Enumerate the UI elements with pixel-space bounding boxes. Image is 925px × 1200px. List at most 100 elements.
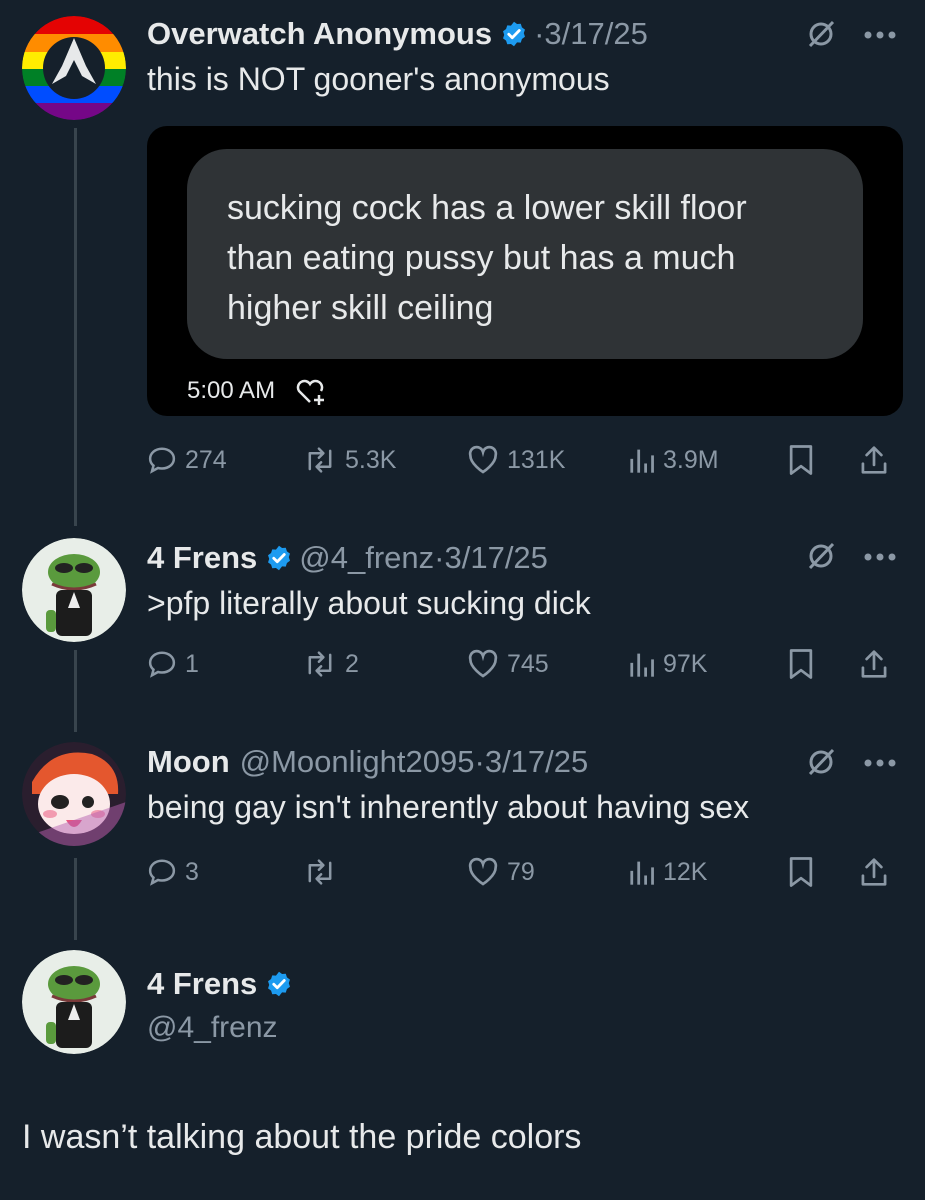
focused-tweet[interactable]: 4 Frens @4_frenz [0, 940, 925, 1200]
avatar[interactable] [22, 16, 126, 120]
more-options-icon[interactable] [862, 30, 898, 40]
pepe-avatar-image [22, 950, 126, 1054]
views-button[interactable]: 3.9M [627, 440, 719, 480]
view-count: 97K [663, 649, 708, 678]
overwatch-pride-logo [22, 16, 126, 120]
verified-badge-icon [265, 544, 293, 572]
display-name[interactable]: Overwatch Anonymous [147, 18, 492, 49]
retweet-icon [308, 859, 332, 885]
more-options-icon[interactable] [862, 552, 898, 562]
message-time: 5:00 AM [187, 377, 276, 404]
add-reaction-icon [296, 379, 325, 405]
tweet-date[interactable]: 3/17/25 [444, 542, 547, 573]
user-handle[interactable]: @4_frenz [147, 1010, 278, 1046]
heart-icon [468, 857, 498, 886]
verified-badge-icon [265, 970, 293, 998]
share-icon [861, 446, 887, 474]
tweet-date[interactable]: 3/17/25 [485, 746, 588, 777]
moon-avatar-image [22, 742, 126, 846]
retweet-button[interactable]: 5.3K [303, 440, 396, 480]
grok-icon[interactable] [805, 18, 837, 50]
views-icon [630, 861, 654, 885]
views-icon [630, 653, 654, 677]
views-button[interactable]: 12K [627, 852, 707, 892]
like-button[interactable]: 79 [467, 852, 535, 892]
like-count: 131K [507, 445, 566, 474]
bubble-text-line: sucking cock has a lower skill floor [227, 189, 747, 227]
message-bubble: sucking cock has a lower skill floor tha… [187, 149, 863, 359]
like-button[interactable]: 745 [467, 644, 549, 684]
tweet-header: Overwatch Anonymous · 3/17/25 [147, 18, 648, 49]
reply-count: 3 [185, 857, 199, 886]
retweet-button[interactable]: 2 [303, 644, 359, 684]
separator-dot: · [474, 744, 485, 779]
tweet[interactable]: 4 Frens @4_frenz · 3/17/25 >pfp literall… [0, 520, 925, 720]
avatar[interactable] [22, 742, 126, 846]
tweet-text: this is NOT gooner's anonymous [147, 61, 610, 97]
bookmark-icon [789, 649, 813, 679]
reply-icon [148, 859, 176, 886]
share-button[interactable] [859, 852, 897, 892]
tweet-actions: 3 79 12K [147, 852, 897, 892]
tweet[interactable]: Overwatch Anonymous · 3/17/25 this is NO… [0, 0, 925, 520]
embedded-image[interactable]: sucking cock has a lower skill floor tha… [147, 126, 903, 416]
bookmark-icon [789, 857, 813, 887]
tweet-text: being gay isn't inherently about having … [147, 789, 750, 825]
share-icon [861, 650, 887, 678]
verified-badge-icon [500, 20, 528, 48]
view-count: 12K [663, 857, 708, 886]
share-button[interactable] [859, 440, 897, 480]
views-icon [630, 449, 654, 473]
avatar[interactable] [22, 950, 126, 1054]
avatar[interactable] [22, 538, 126, 642]
views-button[interactable]: 97K [627, 644, 707, 684]
reply-button[interactable]: 1 [147, 644, 199, 684]
bookmark-button[interactable] [787, 644, 823, 684]
tweet-header: 4 Frens [147, 968, 299, 999]
like-button[interactable]: 131K [467, 440, 565, 480]
tweet-actions: 1 2 745 97K [147, 644, 897, 684]
grok-icon[interactable] [805, 746, 837, 778]
share-button[interactable] [859, 644, 897, 684]
share-icon [861, 858, 887, 886]
reply-button[interactable]: 3 [147, 852, 199, 892]
tweet-header: Moon @Moonlight2095 · 3/17/25 [147, 746, 588, 777]
bookmark-button[interactable] [787, 852, 823, 892]
user-handle[interactable]: @Moonlight2095 [240, 746, 475, 777]
display-name[interactable]: Moon [147, 746, 230, 777]
retweet-icon [308, 447, 332, 473]
retweet-icon [308, 651, 332, 677]
reply-icon [148, 651, 176, 678]
display-name[interactable]: 4 Frens [147, 542, 257, 573]
retweet-count: 2 [345, 649, 359, 678]
tweet-actions: 274 5.3K 131K 3.9M [147, 440, 897, 480]
reply-count: 1 [185, 649, 199, 678]
bubble-text-line: higher skill ceiling [227, 289, 494, 327]
tweet-header: 4 Frens @4_frenz · 3/17/25 [147, 542, 548, 573]
bookmark-icon [789, 445, 813, 475]
reply-icon [148, 447, 176, 474]
user-handle[interactable]: @4_frenz [299, 542, 434, 573]
tweet-text: I wasn’t talking about the pride colors [22, 1118, 582, 1156]
reply-count: 274 [185, 445, 227, 474]
more-options-icon[interactable] [862, 758, 898, 768]
retweet-button[interactable] [303, 852, 345, 892]
reply-button[interactable]: 274 [147, 440, 227, 480]
separator-dot: · [434, 540, 445, 575]
heart-icon [468, 445, 498, 474]
bookmark-button[interactable] [787, 440, 823, 480]
grok-icon[interactable] [805, 540, 837, 572]
pepe-avatar-image [22, 538, 126, 642]
tweet-text: >pfp literally about sucking dick [147, 585, 591, 621]
like-count: 79 [507, 857, 535, 886]
bubble-text-line: than eating pussy but has a much [227, 239, 736, 277]
retweet-count: 5.3K [345, 445, 397, 474]
separator-dot: · [534, 16, 545, 51]
message-timestamp: 5:00 AM [187, 376, 329, 406]
view-count: 3.9M [663, 445, 719, 474]
heart-icon [468, 649, 498, 678]
like-count: 745 [507, 649, 549, 678]
tweet[interactable]: Moon @Moonlight2095 · 3/17/25 being gay … [0, 726, 925, 936]
display-name[interactable]: 4 Frens [147, 968, 257, 999]
tweet-date[interactable]: 3/17/25 [544, 18, 647, 49]
